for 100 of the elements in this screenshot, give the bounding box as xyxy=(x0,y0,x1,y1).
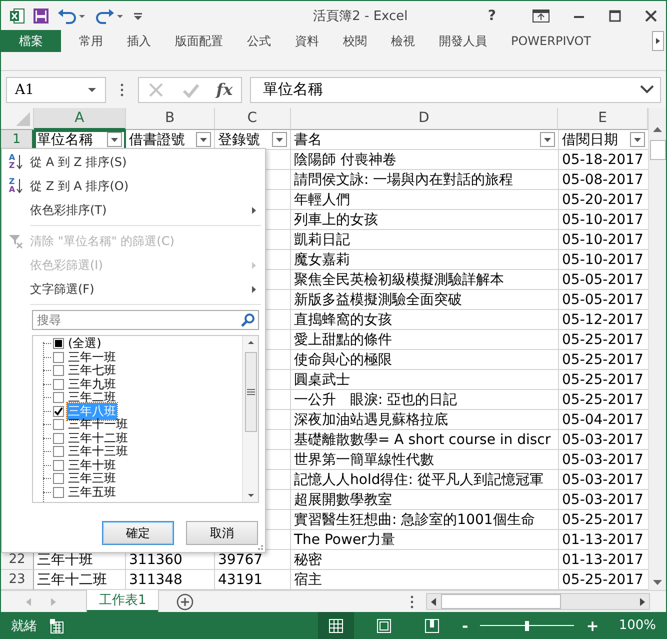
table-cell: 05-04-2017 xyxy=(562,412,644,428)
page-break-icon xyxy=(424,618,440,634)
column-header[interactable]: D xyxy=(290,108,558,130)
name-box[interactable]: A1 xyxy=(6,76,106,102)
column-header[interactable]: B xyxy=(126,108,215,130)
checkbox[interactable] xyxy=(53,365,64,376)
row-header[interactable]: 1 xyxy=(1,130,34,150)
table-cell: 05-10-2017 xyxy=(562,212,644,228)
checkbox[interactable] xyxy=(53,473,64,484)
normal-view-button[interactable] xyxy=(318,612,354,639)
filter-dropdown-button[interactable] xyxy=(107,132,122,147)
list-item[interactable]: 三年十三班 xyxy=(67,443,129,460)
drag-handle-icon[interactable] xyxy=(120,82,124,96)
close-icon[interactable] xyxy=(644,8,658,22)
checkbox[interactable] xyxy=(53,486,64,498)
checkbox[interactable] xyxy=(53,432,64,444)
resize-grip-icon[interactable] xyxy=(255,542,263,550)
table-cell: 05-25-2017 xyxy=(562,512,644,528)
checkbox[interactable] xyxy=(53,352,64,363)
search-field[interactable]: 搜尋 xyxy=(32,310,259,330)
ribbon-tab[interactable]: 開發人員 xyxy=(427,30,499,52)
ok-button[interactable]: 確定 xyxy=(102,521,174,545)
formula-field[interactable]: 單位名稱 xyxy=(250,76,661,102)
maximize-icon[interactable] xyxy=(608,8,622,22)
table-cell: 愛上甜點的條件 xyxy=(294,330,392,348)
insert-function-button[interactable]: fx xyxy=(216,80,233,99)
menu-item[interactable]: 依色彩排序(T) xyxy=(2,198,265,222)
macro-record-icon[interactable] xyxy=(49,618,65,634)
page-icon xyxy=(376,618,392,634)
expand-chevron-icon[interactable] xyxy=(640,85,654,94)
table-cell: 05-03-2017 xyxy=(562,472,644,488)
list-item[interactable]: (全選) xyxy=(67,336,102,352)
table-cell: 05-03-2017 xyxy=(562,492,644,508)
checkbox[interactable] xyxy=(53,460,64,471)
column-header[interactable]: A xyxy=(34,108,126,130)
ribbon-tab[interactable]: 校閱 xyxy=(331,30,379,52)
ribbon-tab[interactable]: 插入 xyxy=(115,30,163,52)
file-tab[interactable]: 檔案 xyxy=(1,30,61,52)
table-cell: 05-03-2017 xyxy=(562,432,644,448)
table-cell: 43191 xyxy=(218,572,263,588)
scroll-thumb[interactable] xyxy=(441,594,561,609)
table-cell: 05-05-2017 xyxy=(562,292,644,308)
checkbox[interactable] xyxy=(53,392,64,404)
column-header[interactable]: E xyxy=(558,108,648,130)
column-header[interactable]: C xyxy=(214,108,291,130)
checkbox[interactable] xyxy=(53,338,64,350)
customize-toolbar-icon[interactable] xyxy=(133,10,143,20)
table-cell: 311360 xyxy=(129,552,182,568)
ribbon-tab[interactable]: 版面配置 xyxy=(163,30,235,52)
scroll-thumb[interactable] xyxy=(244,352,256,432)
sheet-tab[interactable]: 工作表1 xyxy=(87,590,158,612)
ribbon-tab[interactable]: 常用 xyxy=(67,30,115,52)
checkbox[interactable] xyxy=(53,446,64,458)
table-cell: 05-03-2017 xyxy=(562,452,644,468)
vertical-scrollbar[interactable] xyxy=(648,108,666,590)
table-cell: The Power力量 xyxy=(294,530,395,548)
table-cell: 年輕人們 xyxy=(294,190,350,208)
ribbon-display-options-icon[interactable] xyxy=(532,8,550,22)
table-cell: 深夜加油站遇見蘇格拉底 xyxy=(294,410,448,428)
search-icon xyxy=(241,313,255,327)
menu-item-label: 從 Z 到 A 排序(O) xyxy=(30,178,130,194)
add-sheet-icon[interactable] xyxy=(176,592,194,610)
table-cell: 記憶人人hold得住: 從平凡人到記憶冠軍 xyxy=(294,470,544,488)
table-cell: 311348 xyxy=(129,572,182,588)
table-cell: 05-25-2017 xyxy=(562,372,644,388)
help-button[interactable]: ? xyxy=(488,8,496,24)
ribbon-tab[interactable]: 公式 xyxy=(235,30,283,52)
menu-item[interactable]: A Z 從 A 到 Z 排序(S) xyxy=(2,150,265,174)
checkbox[interactable] xyxy=(53,419,64,430)
scroll-thumb[interactable] xyxy=(650,140,666,160)
table-cell: 05-25-2017 xyxy=(562,392,644,408)
list-item[interactable]: 三年七班 xyxy=(67,362,117,380)
filter-dropdown-button[interactable] xyxy=(272,132,287,147)
zoom-level[interactable]: 100% xyxy=(618,618,656,633)
table-cell: 01-13-2017 xyxy=(562,532,644,548)
splitter-icon[interactable] xyxy=(410,594,414,608)
zoom-in-button[interactable]: + xyxy=(586,616,599,634)
filter-dropdown-button[interactable] xyxy=(630,132,645,147)
menu-item-label: 依色彩排序(T) xyxy=(30,202,108,218)
scroll-right-button[interactable] xyxy=(652,31,664,51)
table-cell: 陰陽師 付喪神卷 xyxy=(294,150,396,168)
ribbon-tab[interactable]: POWERPIVOT xyxy=(499,30,604,52)
header-label: 登錄號 xyxy=(218,130,260,148)
menu-item[interactable]: 文字篩選(F) xyxy=(2,277,265,301)
filter-dropdown-button[interactable] xyxy=(540,132,555,147)
excel-logo-icon xyxy=(9,8,25,24)
checkbox[interactable] xyxy=(53,378,64,390)
menu-item[interactable]: Z A 從 Z 到 A 排序(O) xyxy=(2,174,265,198)
undo-icon[interactable] xyxy=(57,8,87,24)
save-icon[interactable] xyxy=(33,8,49,24)
cancel-button[interactable]: 取消 xyxy=(186,521,258,545)
zoom-out-button[interactable]: - xyxy=(462,616,468,634)
filter-dropdown-button[interactable] xyxy=(196,132,211,147)
table-cell: 01-13-2017 xyxy=(562,552,644,568)
clear-filter-icon xyxy=(8,233,24,249)
ribbon-tab[interactable]: 檢視 xyxy=(379,30,427,52)
redo-icon[interactable] xyxy=(95,8,125,24)
checkbox[interactable] xyxy=(53,406,64,417)
ribbon-tab[interactable]: 資料 xyxy=(283,30,331,52)
table-cell: 三年十班 xyxy=(37,550,93,568)
